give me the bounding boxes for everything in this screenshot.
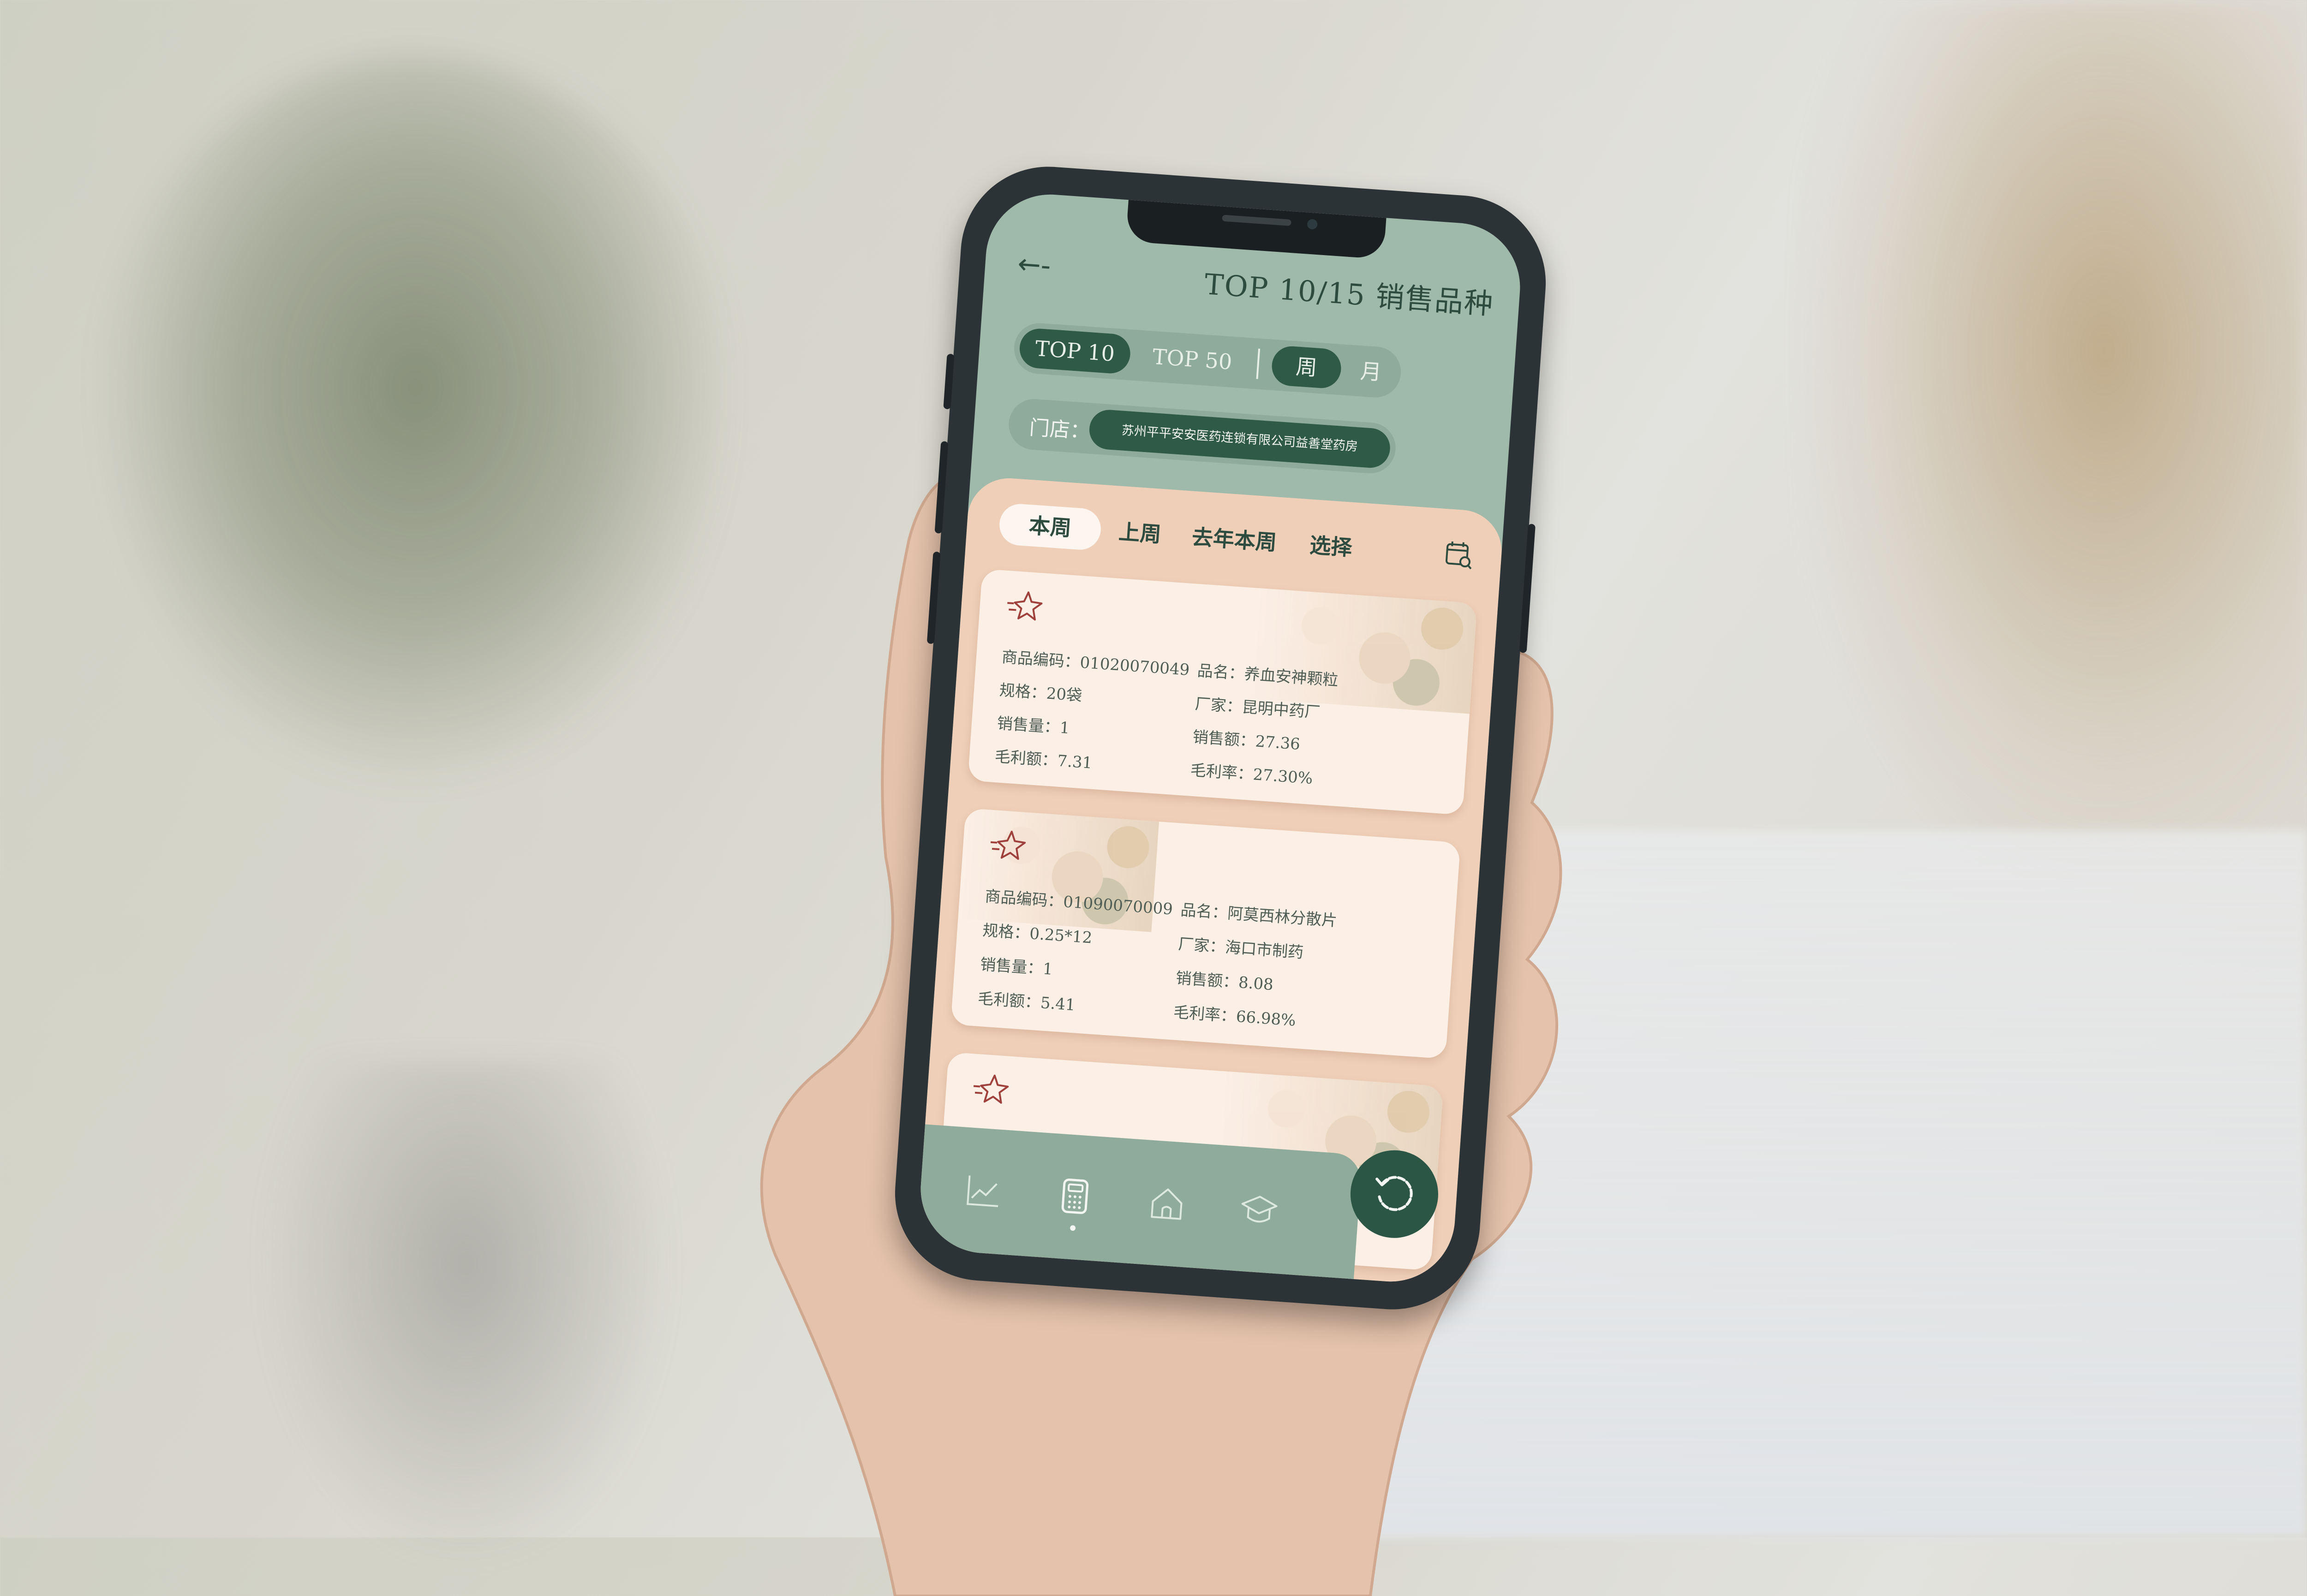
profit-label: 毛利额： [994,747,1058,770]
profit-value: 5.41 [1040,994,1076,1015]
home-icon[interactable] [1145,1181,1189,1226]
date-tabs: 本周 上周 去年本周 选择 [993,496,1485,581]
front-camera [1307,219,1318,230]
product-card[interactable]: 商品编码：01090070009 品名：阿莫西林分散片 规格：0.25*12 厂… [950,808,1461,1059]
maker-value: 昆明中药厂 [1241,698,1321,722]
spec-value: 0.25*12 [1029,924,1093,947]
name-label: 品名： [1196,661,1245,684]
store-value[interactable]: 苏州平平安安医药连锁有限公司益善堂药房 [1088,408,1392,470]
toggle-top50[interactable]: TOP 50 [1133,335,1251,383]
toggle-top10[interactable]: TOP 10 [1018,327,1132,375]
profit-label: 毛利额： [977,989,1041,1012]
tab-last-week[interactable]: 上周 [1109,510,1171,556]
rate-label: 毛利率： [1172,1003,1237,1026]
back-arrow-icon[interactable]: ←- [1016,248,1052,282]
rank-period-toggle: TOP 10 TOP 50 周 月 [1012,321,1403,399]
tab-this-week[interactable]: 本周 [998,502,1102,551]
amount-value: 8.08 [1237,973,1274,995]
background-chair [1799,0,2307,876]
mute-switch [943,353,955,410]
refresh-icon [1375,1176,1413,1211]
profit-value: 7.31 [1057,751,1093,773]
spec-label: 规格： [982,921,1030,943]
chart-line-icon[interactable] [961,1168,1005,1213]
star-icon[interactable] [1004,589,1046,624]
product-card[interactable]: 商品编码：01020070049 品名：养血安神颗粒 规格：20袋 厂家：昆明中… [968,569,1477,816]
tab-select[interactable]: 选择 [1302,524,1360,569]
rate-value: 27.30% [1252,765,1314,788]
spec-value: 20袋 [1046,684,1083,705]
star-icon[interactable] [987,828,1028,864]
amount-label: 销售额： [1175,969,1239,992]
qty-label: 销售量： [996,714,1061,737]
toggle-divider [1256,348,1261,379]
spec-label: 规格： [998,681,1047,703]
star-icon[interactable] [970,1072,1011,1107]
calendar-search-icon[interactable] [1443,539,1475,571]
qty-value: 1 [1059,718,1070,738]
toggle-week[interactable]: 周 [1270,345,1343,390]
phone: ←- TOP 10/15 销售品种 TOP 10 TOP 50 周 月 门店： … [889,161,1552,1316]
name-label: 品名： [1180,900,1228,923]
medicine-photo [1249,588,1477,714]
tab-last-year-week[interactable]: 去年本周 [1177,515,1291,565]
rate-label: 毛利率： [1189,761,1254,784]
page-title: TOP 10/15 销售品种 [1203,267,1495,321]
amount-label: 销售额： [1192,727,1256,751]
toggle-month[interactable]: 月 [1344,350,1398,393]
maker-label: 厂家： [1194,695,1243,717]
calculator-icon[interactable] [1053,1175,1097,1219]
code-label: 商品编码： [1001,648,1081,672]
amount-value: 27.36 [1255,732,1301,754]
active-indicator [1070,1225,1076,1231]
maker-label: 厂家： [1177,935,1226,957]
rate-value: 66.98% [1235,1007,1297,1030]
code-value: 01020070049 [1079,653,1190,679]
store-label: 门店： [1028,416,1091,444]
store-selector[interactable]: 门店： 苏州平平安安医药连锁有限公司益善堂药房 [1007,397,1398,475]
speaker [1222,214,1291,226]
name-value: 阿莫西林分散片 [1227,904,1338,930]
graduation-cap-icon[interactable] [1237,1188,1281,1232]
qty-label: 销售量： [980,955,1044,978]
phone-screen: ←- TOP 10/15 销售品种 TOP 10 TOP 50 周 月 门店： … [916,190,1524,1286]
maker-value: 海口市制药 [1224,938,1304,962]
qty-value: 1 [1042,959,1054,979]
